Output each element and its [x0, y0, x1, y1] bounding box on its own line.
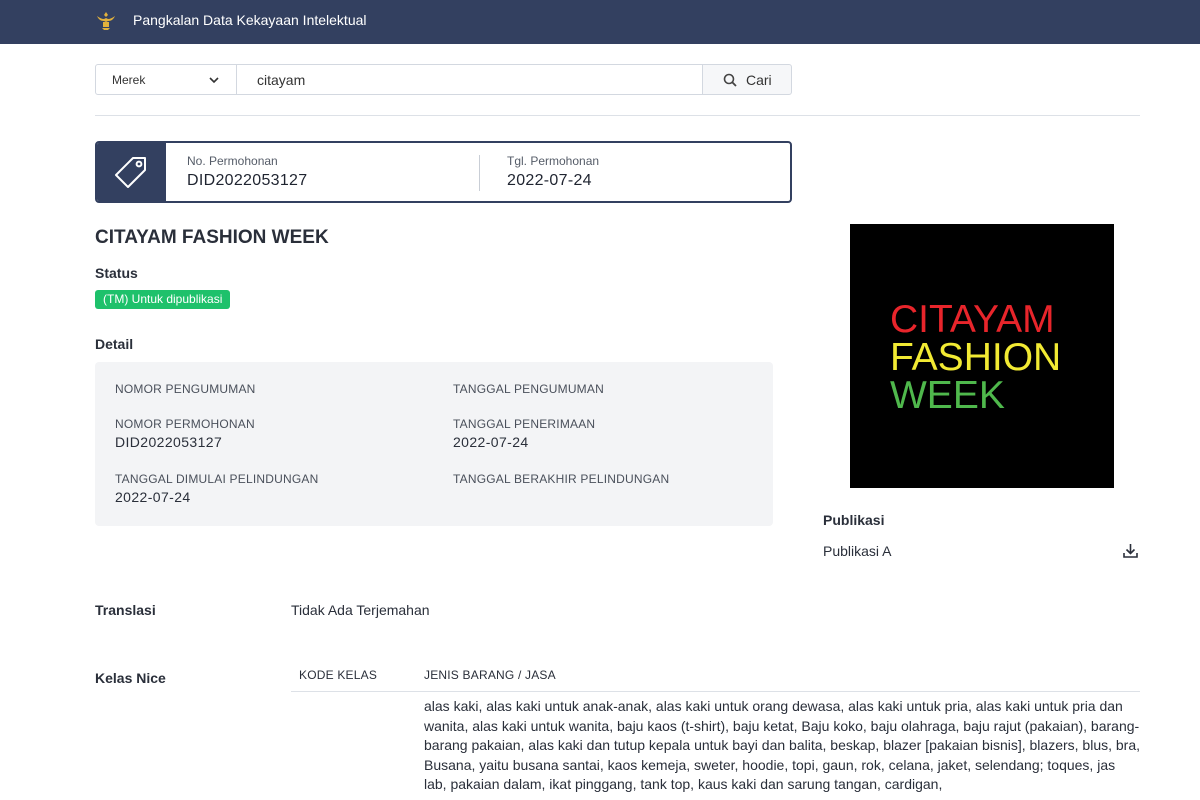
search-type-label: Merek — [112, 73, 146, 87]
mark-image-word-fashion: FASHION — [890, 336, 1062, 379]
tanggal-berakhir-label: TANGGAL BERAKHIR PELINDUNGAN — [453, 472, 670, 486]
search-type-select[interactable]: Merek — [95, 64, 237, 95]
col-header-goods: JENIS BARANG / JASA — [424, 668, 556, 682]
mark-image[interactable]: CITAYAM FASHION WEEK — [850, 224, 1114, 488]
translation-value: Tidak Ada Terjemahan — [291, 602, 430, 618]
detail-panel: NOMOR PENGUMUMAN TANGGAL PENGUMUMAN NOMO… — [95, 362, 773, 526]
nice-class-heading: Kelas Nice — [95, 670, 166, 686]
app-title: Pangkalan Data Kekayaan Intelektual — [133, 12, 367, 28]
status-badge: (TM) Untuk dipublikasi — [95, 290, 231, 309]
status-heading: Status — [95, 265, 138, 281]
application-number-value: DID2022053127 — [187, 172, 308, 189]
application-date-label: Tgl. Permohonan — [507, 154, 600, 168]
nomor-permohonan-label: NOMOR PERMOHONAN — [115, 417, 255, 431]
search-button-label: Cari — [746, 72, 772, 88]
publication-item[interactable]: Publikasi A — [823, 543, 891, 559]
translation-heading: Translasi — [95, 602, 156, 618]
tag-icon — [115, 157, 146, 188]
tag-icon-box — [97, 143, 166, 201]
detail-heading: Detail — [95, 336, 134, 352]
tanggal-dimulai-value: 2022-07-24 — [115, 489, 191, 505]
publication-heading: Publikasi — [823, 512, 885, 528]
search-input[interactable] — [236, 64, 703, 95]
nomor-permohonan-value: DID2022053127 — [115, 434, 223, 450]
application-date-value: 2022-07-24 — [507, 172, 592, 189]
nomor-pengumuman-label: NOMOR PENGUMUMAN — [115, 382, 256, 396]
search-icon — [723, 73, 737, 87]
tanggal-pengumuman-label: TANGGAL PENGUMUMAN — [453, 382, 604, 396]
tanggal-dimulai-label: TANGGAL DIMULAI PELINDUNGAN — [115, 472, 319, 486]
mark-name: CITAYAM FASHION WEEK — [95, 227, 329, 248]
card-separator — [479, 155, 480, 191]
divider — [95, 115, 1140, 116]
chevron-down-icon — [209, 77, 219, 84]
mark-image-word-week: WEEK — [890, 374, 1005, 417]
application-number-label: No. Permohonan — [187, 154, 278, 168]
garuda-emblem-icon[interactable] — [95, 10, 117, 32]
goods-description: alas kaki, alas kaki untuk anak-anak, al… — [424, 698, 1141, 792]
download-icon[interactable] — [1122, 542, 1139, 559]
application-card: No. Permohonan DID2022053127 Tgl. Permoh… — [95, 141, 792, 203]
table-header-divider — [291, 691, 1140, 692]
col-header-class-code: KODE KELAS — [299, 668, 378, 682]
tanggal-penerimaan-value: 2022-07-24 — [453, 434, 529, 450]
search-button[interactable]: Cari — [702, 64, 792, 95]
mark-image-word-citayam: CITAYAM — [890, 298, 1055, 341]
top-navbar: Pangkalan Data Kekayaan Intelektual — [0, 0, 1200, 44]
tanggal-penerimaan-label: TANGGAL PENERIMAAN — [453, 417, 596, 431]
